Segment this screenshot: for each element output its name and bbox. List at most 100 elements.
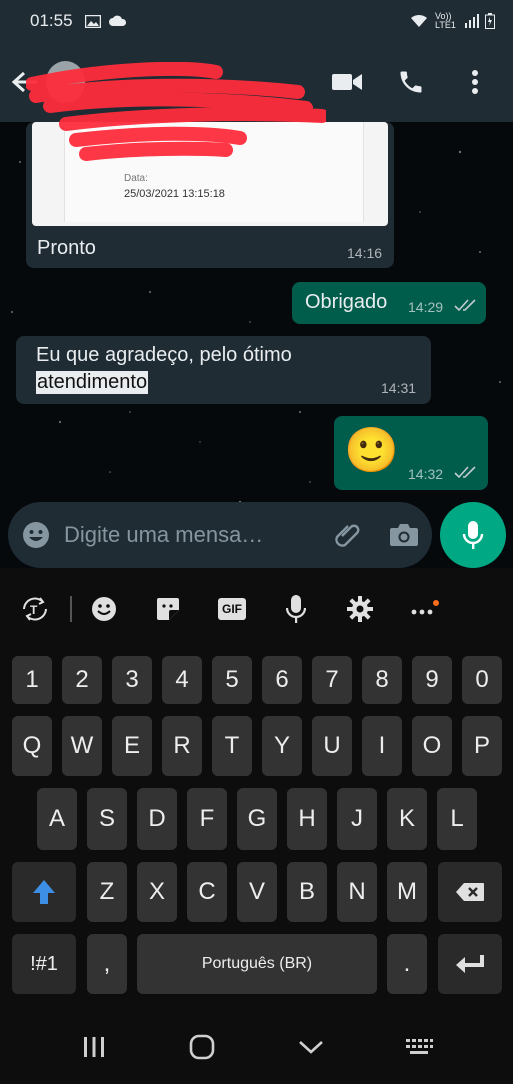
more-vertical-icon [472, 70, 478, 94]
key-n[interactable]: N [337, 862, 377, 922]
chat-header [0, 42, 513, 122]
enter-key[interactable] [438, 934, 502, 994]
message-outgoing[interactable]: Obrigado 14:29 [292, 282, 486, 324]
key-r[interactable]: R [162, 716, 202, 776]
keyboard-toolbar: T GIF [0, 568, 513, 650]
comma-key[interactable]: , [87, 934, 127, 994]
video-call-button[interactable] [315, 54, 379, 110]
key-2[interactable]: 2 [62, 656, 102, 704]
key-y[interactable]: Y [262, 716, 302, 776]
key-p[interactable]: P [462, 716, 502, 776]
home-button[interactable] [172, 1027, 232, 1067]
signal-icon [465, 14, 479, 28]
period-key[interactable]: . [387, 934, 427, 994]
key-x[interactable]: X [137, 862, 177, 922]
space-bar-label: Português (BR) [201, 955, 313, 972]
microphone-icon [462, 521, 484, 549]
enter-arrow-icon [456, 955, 484, 973]
backspace-key[interactable] [438, 862, 502, 922]
more-tools-button[interactable] [392, 579, 456, 639]
message-outgoing[interactable]: 🙂 14:32 [334, 416, 488, 490]
battery-icon [485, 13, 495, 29]
message-time: 14:31 [381, 380, 417, 396]
key-t[interactable]: T [212, 716, 252, 776]
back-nav-button[interactable] [281, 1027, 341, 1067]
key-s[interactable]: S [87, 788, 127, 850]
key-w[interactable]: W [62, 716, 102, 776]
backspace-icon [456, 883, 484, 901]
keyboard-icon [405, 1039, 433, 1054]
voice-input-button[interactable] [264, 579, 328, 639]
attach-button[interactable] [320, 520, 376, 550]
sticker-button[interactable] [136, 579, 200, 639]
key-i[interactable]: I [362, 716, 402, 776]
gear-icon [347, 596, 373, 622]
camera-icon [390, 524, 418, 546]
key-v[interactable]: V [237, 862, 277, 922]
symbols-key[interactable]: !#1 [12, 934, 76, 994]
gif-button[interactable]: GIF [200, 579, 264, 639]
phone-icon [400, 71, 422, 93]
document-date-label: Data: [124, 173, 148, 184]
more-horizontal-icon [411, 600, 439, 615]
message-time: 14:16 [347, 245, 383, 261]
space-bar[interactable]: Português (BR) [137, 934, 377, 994]
key-q[interactable]: Q [12, 716, 52, 776]
translate-button[interactable]: T [0, 579, 70, 639]
key-3[interactable]: 3 [112, 656, 152, 704]
sticker-icon [157, 598, 179, 620]
key-4[interactable]: 4 [162, 656, 202, 704]
key-l[interactable]: L [437, 788, 477, 850]
emoji-button[interactable] [8, 521, 64, 549]
message-input[interactable]: Digite uma mensa… [64, 522, 320, 548]
status-bar: 01:55 Vo)) LTE1 [0, 0, 513, 42]
document-preview[interactable]: Data: 25/03/2021 13:15:18 [32, 122, 388, 226]
key-d[interactable]: D [137, 788, 177, 850]
key-9[interactable]: 9 [412, 656, 452, 704]
gallery-notification-icon [84, 14, 101, 28]
message-incoming[interactable]: Eu que agradeço, pelo ótimo atendimento … [16, 336, 431, 404]
translate-icon: T [23, 597, 47, 621]
paperclip-icon [335, 524, 360, 547]
key-0[interactable]: 0 [462, 656, 502, 704]
key-5[interactable]: 5 [212, 656, 252, 704]
keyboard-hide-button[interactable] [389, 1027, 449, 1067]
key-g[interactable]: G [237, 788, 277, 850]
arrow-left-icon [11, 71, 37, 93]
key-e[interactable]: E [112, 716, 152, 776]
key-6[interactable]: 6 [262, 656, 302, 704]
voice-call-button[interactable] [379, 54, 443, 110]
camera-button[interactable] [376, 522, 432, 548]
symbols-key-label: !#1 [30, 952, 58, 975]
more-options-button[interactable] [443, 54, 507, 110]
message-incoming[interactable]: Data: 25/03/2021 13:15:18 Pronto 14:16 [26, 122, 394, 268]
smiley-icon [92, 597, 116, 621]
keyboard: T GIF 1 2 3 4 5 6 7 8 9 0 Q W E R T Y U … [0, 568, 513, 1010]
message-text-line2: atendimento [36, 371, 149, 394]
recent-apps-button[interactable] [64, 1027, 124, 1067]
home-icon [190, 1034, 215, 1060]
key-1[interactable]: 1 [12, 656, 52, 704]
key-h[interactable]: H [287, 788, 327, 850]
emoji-message: 🙂 [344, 426, 399, 475]
key-8[interactable]: 8 [362, 656, 402, 704]
key-m[interactable]: M [387, 862, 427, 922]
key-b[interactable]: B [287, 862, 327, 922]
voice-record-button[interactable] [440, 502, 506, 568]
key-c[interactable]: C [187, 862, 227, 922]
keyboard-settings-button[interactable] [328, 579, 392, 639]
key-k[interactable]: K [387, 788, 427, 850]
avatar[interactable] [45, 61, 86, 103]
key-f[interactable]: F [187, 788, 227, 850]
key-z[interactable]: Z [87, 862, 127, 922]
key-j[interactable]: J [337, 788, 377, 850]
key-u[interactable]: U [312, 716, 352, 776]
recent-apps-icon [84, 1037, 105, 1057]
message-text: Obrigado [305, 291, 388, 313]
key-7[interactable]: 7 [312, 656, 352, 704]
emoji-keyboard-button[interactable] [72, 579, 136, 639]
back-button[interactable] [4, 60, 46, 104]
key-a[interactable]: A [37, 788, 77, 850]
shift-key[interactable] [12, 862, 76, 922]
key-o[interactable]: O [412, 716, 452, 776]
